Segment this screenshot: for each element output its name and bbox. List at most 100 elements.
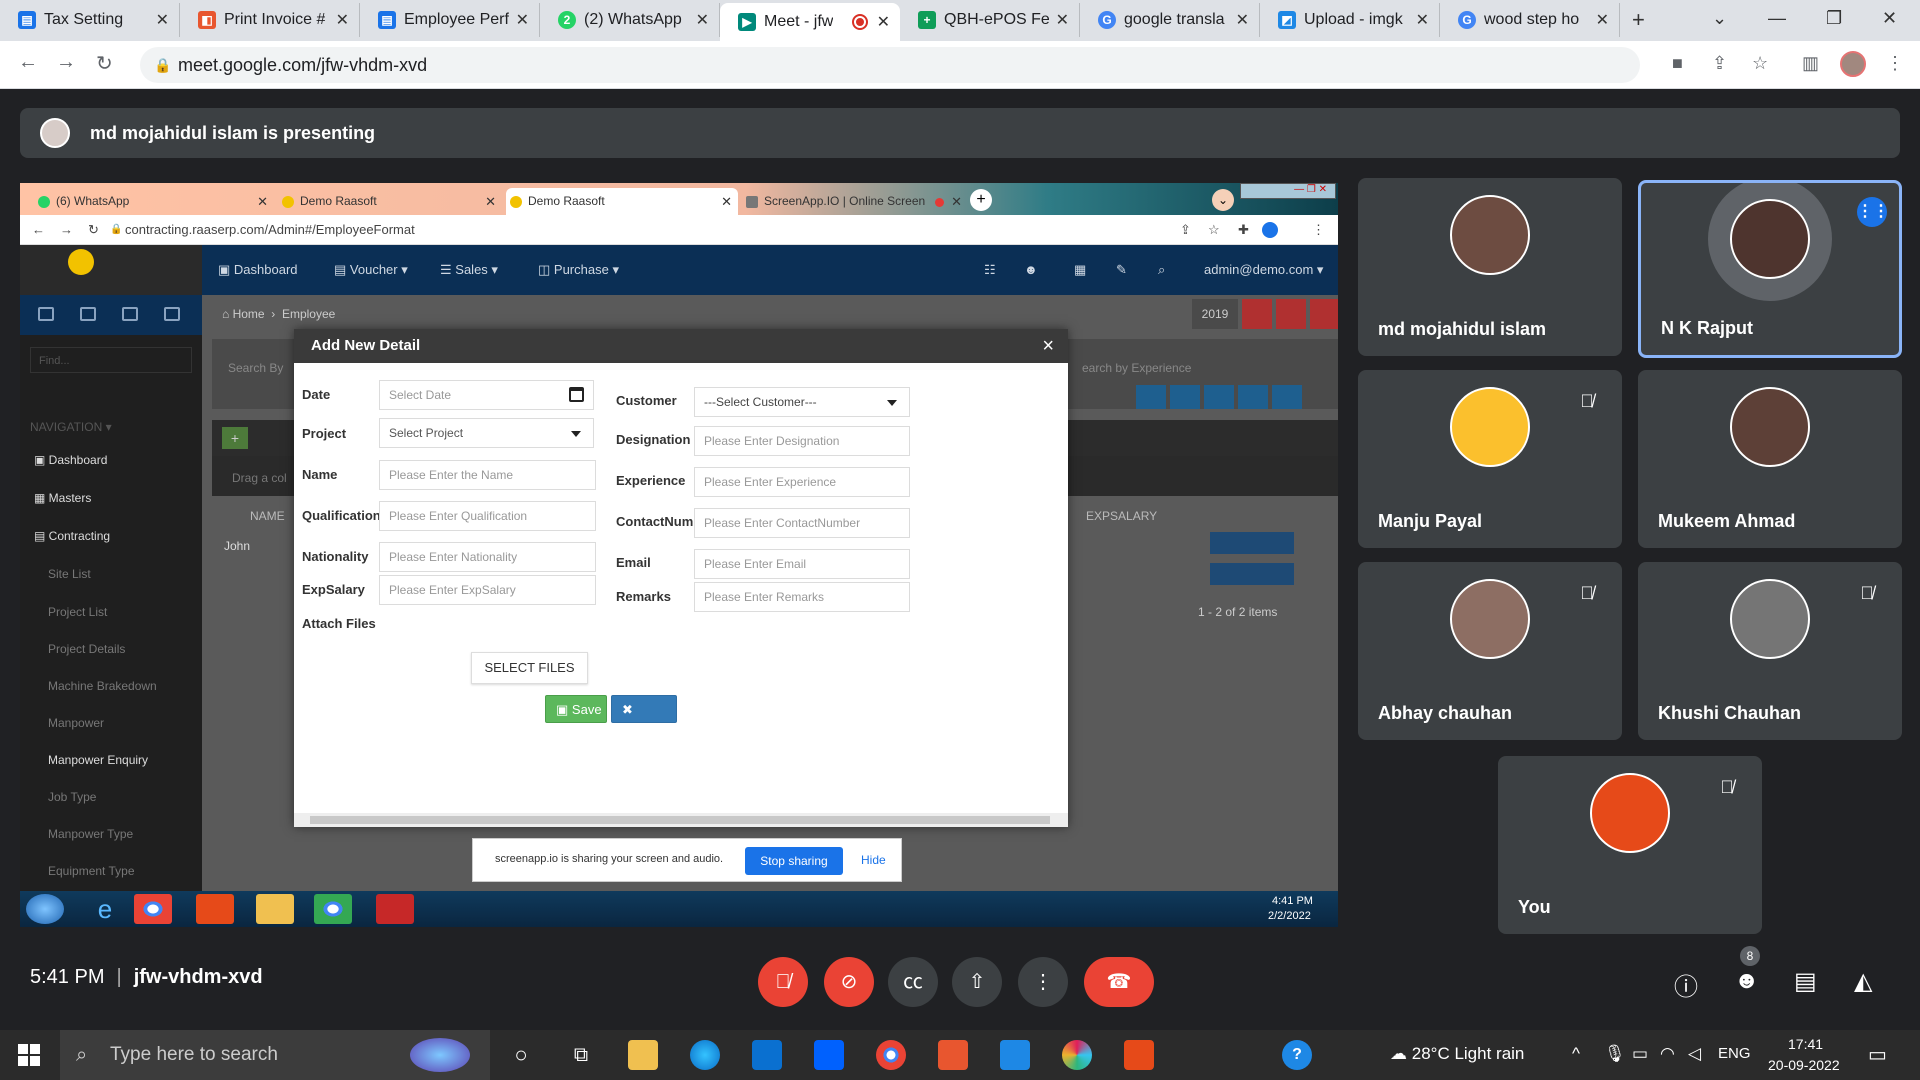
mail-icon[interactable] (752, 1040, 782, 1070)
meeting-details-icon[interactable]: ⓘ (1674, 967, 1698, 1002)
language-indicator[interactable]: ENG (1718, 1045, 1751, 1062)
clock-date[interactable]: 20-09-2022 (1768, 1057, 1840, 1073)
tab-search-chevron-icon[interactable]: ⌄ (1712, 8, 1727, 29)
whatsapp-icon (38, 196, 50, 208)
shared-taskbar-time: 4:41 PM (1272, 895, 1313, 907)
close-tab-icon[interactable]: ✕ (1416, 10, 1429, 30)
save-label: Save (571, 702, 602, 717)
windows-start-icon[interactable] (18, 1044, 40, 1066)
anydesk-icon[interactable] (1124, 1040, 1154, 1070)
browser-tab[interactable]: ▤ Employee Perf ✕ (360, 3, 540, 37)
expsalary-input: Please Enter ExpSalary (379, 575, 596, 605)
mic-toggle-button[interactable]: 🎙̸ (758, 957, 808, 1007)
address-bar[interactable]: 🔒 meet.google.com/jfw-vhdm-xvd (140, 47, 1640, 83)
browser-tab[interactable]: ◩ Upload - imgk ✕ (1260, 3, 1440, 37)
bookmark-star-icon[interactable]: ☆ (1752, 53, 1768, 74)
tab-favicon-icon: ◩ (1278, 11, 1296, 29)
weather-text: 28°C Light rain (1411, 1044, 1525, 1063)
dropbox-icon[interactable] (814, 1040, 844, 1070)
close-tab-icon[interactable]: ✕ (877, 12, 890, 32)
contact-input: Please Enter ContactNumber (694, 508, 910, 538)
close-tab-icon[interactable]: ✕ (1056, 10, 1069, 30)
close-tab-icon[interactable]: ✕ (156, 10, 169, 30)
participant-tile[interactable]: md mojahidul islam (1358, 178, 1622, 356)
close-tab-icon[interactable]: ✕ (1596, 10, 1609, 30)
reload-icon[interactable]: ↻ (96, 51, 113, 76)
xampp-icon[interactable] (938, 1040, 968, 1070)
browser-tab[interactable]: ▤ Tax Setting ✕ (0, 3, 180, 37)
customer-placeholder: ---Select Customer--- (704, 395, 817, 409)
mic-tray-icon[interactable]: 🎙 (1604, 1044, 1626, 1064)
cortana-icon[interactable]: ○ (506, 1040, 536, 1070)
vscode-icon[interactable] (1000, 1040, 1030, 1070)
restore-icon[interactable]: ❐ (1826, 8, 1842, 29)
people-icon[interactable]: ☻ (1734, 967, 1759, 995)
window-close-icon[interactable]: ✕ (1882, 8, 1897, 29)
camera-toggle-button[interactable]: ⊘ (824, 957, 874, 1007)
participant-name: N K Rajput (1661, 318, 1753, 338)
taskbar-search[interactable]: ⌕ Type here to search (60, 1030, 490, 1080)
close-tab-icon[interactable]: ✕ (516, 10, 529, 30)
shared-tab: (6) WhatsApp ✕ (34, 188, 274, 215)
participant-tile[interactable]: Mukeem Ahmad (1638, 370, 1902, 548)
browser-tab-active[interactable]: ▶ Meet - jfw ✕ (720, 3, 900, 41)
profile-avatar[interactable] (1840, 51, 1866, 77)
tab-favicon-icon: ▤ (378, 11, 396, 29)
wifi-icon[interactable]: ◠ (1660, 1044, 1675, 1064)
browser-tab[interactable]: 2 (2) WhatsApp ✕ (540, 3, 720, 37)
pager-info: 1 - 2 of 2 items (1198, 605, 1278, 619)
close-tab-icon[interactable]: ✕ (1236, 10, 1249, 30)
browser-tab[interactable]: ◧ Print Invoice # ✕ (180, 3, 360, 37)
cancel-label: Cancel (622, 730, 663, 745)
share-icon[interactable]: ⇪ (1712, 53, 1727, 74)
slack-icon[interactable] (1062, 1040, 1092, 1070)
file-explorer-icon[interactable] (628, 1040, 658, 1070)
mic-off-icon: 🎙̸ (1860, 583, 1874, 603)
sidebar-item-contracting: ▤ Contracting (34, 529, 111, 543)
menu-kebab-icon[interactable]: ⋮ (1886, 53, 1904, 74)
captions-button[interactable]: ㏄ (888, 957, 938, 1007)
search-by: Search By (228, 361, 284, 375)
task-view-icon[interactable]: ⧉ (566, 1040, 596, 1070)
nav-purchase-label: Purchase ▾ (553, 262, 619, 277)
tray-chevron-icon[interactable]: ^ (1572, 1044, 1580, 1064)
weather-widget[interactable]: ☁ 28°C Light rain (1390, 1044, 1524, 1064)
participant-tile-speaking[interactable]: ⋮⋮ N K Rajput (1638, 180, 1902, 358)
present-button[interactable]: ⇧ (952, 957, 1002, 1007)
more-options-button[interactable]: ⋮ (1018, 957, 1068, 1007)
sidebar-item-manpower-enquiry: Manpower Enquiry (48, 753, 149, 767)
notifications-icon[interactable]: ▭ (1868, 1042, 1887, 1067)
participant-tile[interactable]: 🎙̸ Manju Payal (1358, 370, 1622, 548)
browser-tab[interactable]: Gwood step ho ✕ (1440, 3, 1620, 37)
customer-label: Customer (616, 393, 677, 408)
nav-voucher: ▤ Voucher ▾ (334, 262, 408, 277)
camera-icon[interactable]: ■ (1672, 53, 1683, 74)
chrome-icon[interactable] (876, 1040, 906, 1070)
leave-call-button[interactable]: ☎ (1084, 957, 1154, 1007)
clock-time[interactable]: 17:41 (1788, 1036, 1823, 1052)
back-icon: ← (32, 222, 45, 237)
forward-icon[interactable]: → (56, 51, 76, 74)
scroll-thumb (310, 816, 1050, 824)
chat-icon[interactable]: ▤ (1794, 967, 1817, 996)
new-tab-icon[interactable]: + (1632, 7, 1645, 33)
participant-tile-self[interactable]: 🎙̸ You (1498, 756, 1762, 934)
participant-tile[interactable]: 🎙̸ Khushi Chauhan (1638, 562, 1902, 740)
browser-tab[interactable]: Ggoogle transla ✕ (1080, 3, 1260, 37)
back-icon[interactable]: ← (18, 51, 38, 74)
activities-icon[interactable]: ◭ (1854, 967, 1872, 996)
help-icon[interactable]: ? (1282, 1040, 1312, 1070)
close-tab-icon[interactable]: ✕ (696, 10, 709, 30)
battery-icon[interactable]: ▭ (1632, 1044, 1648, 1064)
calendar-icon (569, 387, 584, 402)
shared-tab-strip: (6) WhatsApp ✕ Demo Raasoft ✕ Demo Raasoft… (20, 183, 1338, 215)
close-tab-icon[interactable]: ✕ (336, 10, 349, 30)
volume-icon[interactable]: ◁ (1688, 1044, 1701, 1064)
browser-tab[interactable]: + QBH-ePOS Fe ✕ (900, 3, 1080, 37)
sidebar-item-job-type: Job Type (48, 790, 97, 804)
participant-tile[interactable]: 🎙̸ Abhay chauhan (1358, 562, 1622, 740)
side-panel-icon[interactable]: ▥ (1802, 53, 1819, 74)
edge-icon[interactable] (690, 1040, 720, 1070)
minimize-icon[interactable]: — (1768, 8, 1786, 29)
participant-name: Manju Payal (1378, 511, 1483, 531)
